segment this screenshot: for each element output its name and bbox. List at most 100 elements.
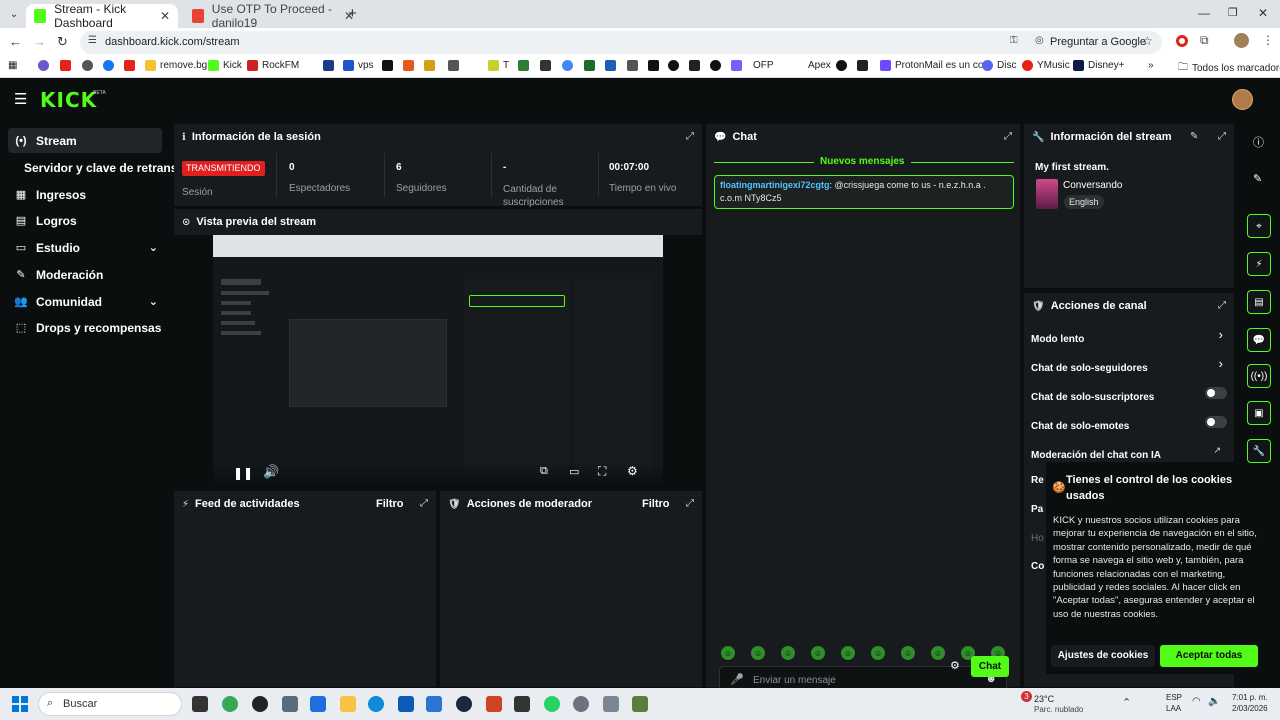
kick-logo[interactable]: KICK [40, 88, 97, 112]
back-icon[interactable]: ← [9, 34, 22, 49]
bookmark-icon[interactable] [627, 60, 642, 71]
chat-message[interactable]: floatingmartinigexi72cgtg: @crissjuega c… [714, 175, 1014, 209]
new-tab-button[interactable]: + [348, 5, 357, 22]
bookmark-icon[interactable] [857, 60, 872, 71]
tab-search-icon[interactable]: ⌄ [6, 6, 22, 22]
rail-document-icon[interactable]: ▤ [1247, 290, 1271, 314]
chevron-up-icon[interactable]: ⌃ [1122, 696, 1131, 709]
app-icon[interactable] [603, 696, 619, 712]
edge-icon[interactable] [368, 696, 384, 712]
sidebar-item-drops[interactable]: ⬚ Drops y recompensas [8, 315, 162, 340]
emote-icon[interactable]: ☺ [901, 646, 915, 660]
settings-gear-icon[interactable] [573, 696, 589, 712]
edit-pencil-icon[interactable]: ✎ [1190, 131, 1198, 142]
subscribers-only-toggle[interactable] [1205, 387, 1227, 399]
emote-icon[interactable]: ☺ [781, 646, 795, 660]
all-bookmarks-folder[interactable]: 🗀Todos los marcadores [1178, 60, 1280, 77]
taskview-icon[interactable] [192, 696, 208, 712]
bookmark-removebg[interactable]: remove.bg [145, 60, 207, 71]
powerpoint-icon[interactable] [486, 696, 502, 712]
windows-start-icon[interactable] [12, 696, 28, 712]
sidebar-item-logros[interactable]: ▤ Logros [8, 208, 162, 233]
emote-icon[interactable]: ☺ [841, 646, 855, 660]
video-player[interactable]: ❚❚ 🔊 ⧉ ▭ ⛶ ⚙ [213, 235, 663, 487]
emote-icon[interactable]: ☺ [721, 646, 735, 660]
app-icon[interactable] [514, 696, 530, 712]
expand-icon[interactable]: ⤢ [1218, 300, 1226, 311]
rail-video-icon[interactable]: ▣ [1247, 401, 1271, 425]
chat-username[interactable]: floatingmartinigexi72cgtg [720, 180, 830, 190]
microphone-icon[interactable]: 🎤 [730, 673, 744, 686]
bookmark-icon[interactable] [836, 60, 851, 71]
sidebar-item-estudio[interactable]: ▭ Estudio ⌄ [8, 235, 162, 260]
app-icon[interactable] [398, 696, 414, 712]
address-bar[interactable]: ☰ dashboard.kick.com/stream ⚿ ◎ Pregunta… [80, 31, 1162, 54]
whatsapp-icon[interactable] [544, 696, 560, 712]
google-icon[interactable] [562, 60, 577, 71]
bookmark-star-icon[interactable]: ☆ [1142, 34, 1153, 48]
pip-icon[interactable]: ⧉ [540, 465, 548, 478]
youtube-icon[interactable] [60, 60, 75, 71]
bookmark-icon[interactable] [648, 60, 663, 71]
bookmark-protonmail[interactable]: ProtonMail es un co... [880, 60, 992, 71]
bookmark-icon[interactable] [584, 60, 599, 71]
bookmark-icon[interactable] [382, 60, 397, 71]
sidebar-item-ingresos[interactable]: ▦ Ingresos [8, 182, 162, 207]
ask-google-button[interactable]: Preguntar a Google [1050, 36, 1146, 48]
bookmark-ymusic[interactable]: YMusic [1022, 60, 1070, 71]
expand-icon[interactable]: ⤢ [1004, 131, 1012, 142]
filter-button[interactable]: Filtro [642, 498, 670, 510]
clock-time[interactable]: 7:01 p. m. [1232, 693, 1268, 702]
rail-camera-icon[interactable]: ⌖ [1247, 214, 1271, 238]
key-icon[interactable]: ⚿ [1010, 35, 1018, 46]
emote-icon[interactable]: ☺ [871, 646, 885, 660]
minecraft-icon[interactable] [632, 696, 648, 712]
app-icon[interactable] [252, 696, 268, 712]
fullscreen-icon[interactable]: ⛶ [598, 464, 606, 479]
volume-icon[interactable]: 🔈 [1208, 696, 1220, 707]
apps-icon[interactable]: ▦ [8, 60, 17, 71]
emote-icon[interactable]: ☺ [931, 646, 945, 660]
expand-icon[interactable]: ⤢ [420, 498, 428, 509]
site-info-icon[interactable]: ☰ [88, 35, 97, 46]
bookmark-disc[interactable]: Disc [982, 60, 1016, 71]
wifi-icon[interactable]: ◠ [1192, 696, 1201, 707]
category-name[interactable]: Conversando [1063, 180, 1122, 191]
sidebar-item-stream[interactable]: (•) Stream [8, 128, 162, 153]
channel-action-followers-only[interactable]: Chat de solo-seguidores › [1031, 356, 1227, 376]
more-bookmarks[interactable]: » [1148, 60, 1154, 71]
bookmark-t[interactable]: T [488, 60, 509, 71]
tab-kick-dashboard[interactable]: Stream - Kick Dashboard ✕ [26, 2, 178, 30]
bookmark-icon[interactable] [323, 60, 338, 71]
close-window-icon[interactable]: ✕ [1258, 6, 1268, 20]
volume-icon[interactable]: 🔊 [263, 464, 279, 480]
bookmark-icon[interactable] [605, 60, 620, 71]
cookie-settings-button[interactable]: Ajustes de cookies [1051, 645, 1155, 667]
bookmark-icon[interactable] [518, 60, 533, 71]
extension-opera-icon[interactable] [1176, 35, 1188, 47]
hamburger-menu-icon[interactable]: ☰ [14, 90, 27, 108]
app-icon[interactable] [426, 696, 442, 712]
filter-button[interactable]: Filtro [376, 498, 404, 510]
profile-avatar[interactable] [1234, 33, 1249, 48]
channel-action-slow-mode[interactable]: Modo lento › [1031, 327, 1227, 347]
bookmark-ofp[interactable]: OFP [753, 60, 774, 71]
pause-icon[interactable]: ❚❚ [233, 466, 253, 480]
tab-gmail-otp[interactable]: Use OTP To Proceed - danilo19 ✕ [184, 2, 362, 30]
forward-icon[interactable]: → [33, 34, 46, 49]
maximize-icon[interactable]: ❐ [1228, 6, 1238, 19]
channel-action-ai-moderation[interactable]: Moderación del chat con IA ↗ [1031, 445, 1227, 463]
bookmark-vps[interactable]: vps [343, 60, 374, 71]
sidebar-item-server-key[interactable]: Servidor y clave de retransm [8, 155, 174, 180]
bookmark-rockfm[interactable]: RockFM [247, 60, 299, 71]
rail-broadcast-icon[interactable]: ((•)) [1247, 364, 1271, 388]
bookmark-icon[interactable] [82, 60, 97, 71]
rail-wrench-icon[interactable]: 🔧 [1247, 439, 1271, 463]
expand-icon[interactable]: ⤢ [1218, 131, 1226, 142]
chevron-down-icon[interactable]: ⌄ [149, 295, 158, 308]
bookmark-icon[interactable] [731, 60, 746, 71]
bookmark-icon[interactable] [448, 60, 463, 71]
bookmark-icon[interactable] [424, 60, 439, 71]
edit-pencil-icon[interactable]: ✎ [1253, 172, 1262, 185]
youtube-icon[interactable] [124, 60, 139, 71]
